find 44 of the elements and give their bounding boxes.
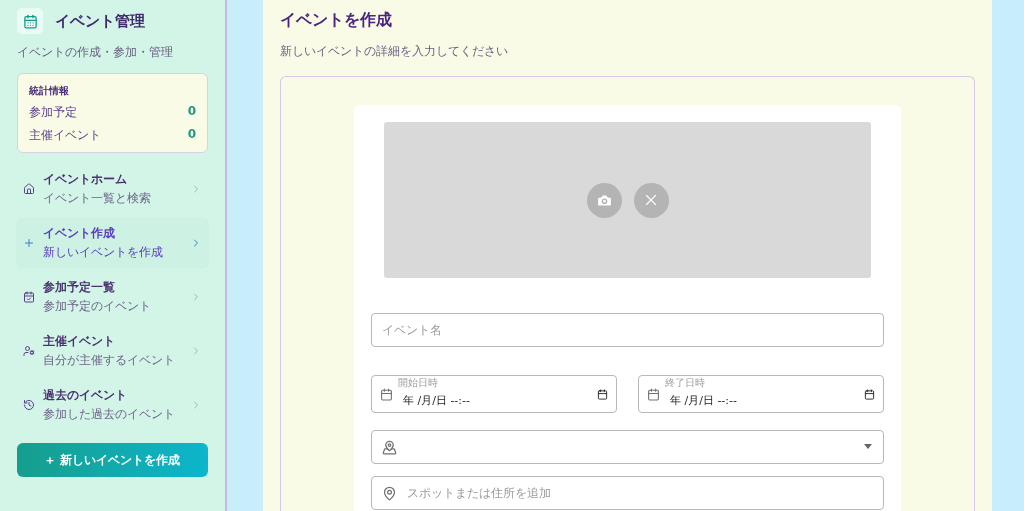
nav-icon (23, 399, 35, 411)
nav-item[interactable]: イベント作成 新しいイベントを作成 (17, 219, 208, 267)
nav-label: 参加予定一覧 (43, 279, 116, 295)
remove-image-button[interactable] (633, 182, 669, 218)
calendar-icon (380, 387, 393, 401)
calendar-icon (647, 387, 660, 401)
stat-value: 0 (187, 127, 196, 143)
nav-description: イベント一覧と検索 (43, 189, 152, 207)
nav-icon (23, 183, 35, 195)
nav-description: 新しいイベントを作成 (43, 243, 164, 261)
field-label: 開始日時 (398, 377, 438, 388)
field-label: 終了日時 (665, 377, 705, 388)
page-subtitle: 新しいイベントの詳細を入力してください (280, 43, 509, 60)
stats-title: 統計情報 (29, 84, 70, 98)
date-picker-icon[interactable] (864, 388, 875, 400)
map-icon (382, 439, 397, 455)
dropdown-caret-icon (863, 444, 873, 450)
app-subtitle: イベントの作成・参加・管理 (17, 44, 174, 61)
add-photo-button[interactable] (586, 182, 622, 218)
nav-label: 過去のイベント (43, 387, 128, 403)
stat-label: 主催イベント (29, 127, 101, 144)
stat-value: 0 (187, 104, 196, 120)
nav-label: イベントホーム (43, 171, 128, 187)
nav-item[interactable]: 過去のイベント 参加した過去のイベント (17, 381, 208, 429)
nav-description: 自分が主催するイベント (43, 351, 176, 369)
nav-icon (23, 237, 35, 249)
nav-description: 参加予定のイベント (43, 297, 152, 315)
nav-label: 主催イベント (43, 333, 116, 349)
nav-item[interactable]: 主催イベント 自分が主催するイベント (17, 327, 208, 375)
nav-item[interactable]: イベントホーム イベント一覧と検索 (17, 165, 208, 213)
calendar-logo-icon (17, 8, 43, 34)
nav-description: 参加した過去のイベント (43, 405, 176, 423)
datetime-field[interactable]: 終了日時 年 /月/日 --:-- (638, 375, 884, 413)
location-pin-icon (382, 485, 397, 501)
nav-label: イベント作成 (43, 225, 116, 241)
nav-icon (23, 345, 35, 357)
nav-item[interactable]: 参加予定一覧 参加予定のイベント (17, 273, 208, 321)
date-picker-icon[interactable] (597, 388, 608, 400)
stat-label: 参加予定 (29, 104, 77, 121)
app-title: イベント管理 (55, 11, 145, 31)
datetime-field[interactable]: 開始日時 年 /月/日 --:-- (371, 375, 617, 413)
nav-icon (23, 291, 35, 303)
location-select[interactable] (371, 430, 884, 464)
page-title: イベントを作成 (280, 10, 393, 31)
